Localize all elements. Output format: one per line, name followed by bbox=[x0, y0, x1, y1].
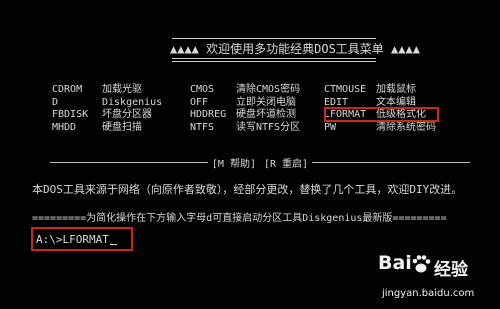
menu-desc: 清除CMOS密码 bbox=[236, 84, 301, 95]
menu-cmd-off[interactable]: OFF bbox=[190, 97, 236, 110]
title-rule-top bbox=[172, 38, 376, 39]
menu-desc: 清除系统密码 bbox=[376, 121, 436, 133]
menu-cmd-ctmouse[interactable]: CTMOUSE bbox=[324, 84, 376, 97]
menu-desc: Diskgenius bbox=[102, 96, 163, 108]
separator-line bbox=[50, 162, 208, 163]
baidu-logo: Bai bbox=[378, 252, 412, 274]
menu-cmd-cmos[interactable]: CMOS bbox=[190, 84, 236, 97]
menu-desc: 读写NTFS分区 bbox=[236, 121, 301, 133]
help-option[interactable]: [M 帮助] bbox=[208, 155, 260, 170]
text-cursor bbox=[109, 244, 117, 245]
menu-title: ▲▲▲▲ 欢迎使用多功能经典DOS工具菜单 ▲▲▲▲ bbox=[170, 42, 420, 56]
menu-desc: 立即关闭电脑 bbox=[236, 96, 296, 108]
menu-cmd-cdrom[interactable]: CDROM bbox=[52, 84, 102, 97]
menu-desc: 加载光驱 bbox=[102, 84, 142, 95]
separator-line bbox=[312, 162, 470, 163]
menu-desc: 硬盘坏道检测 bbox=[236, 109, 296, 120]
diskgenius-hint: =========为简化操作在下方输入字母d可直接启动分区工具Diskgeniu… bbox=[32, 213, 447, 224]
baidu-jingyan-watermark: Bai 经验 jingyan.baidu.com bbox=[378, 252, 498, 308]
menu-cmd-d[interactable]: D bbox=[52, 97, 102, 110]
lformat-highlight-box bbox=[324, 107, 439, 122]
menu-cmd-pw[interactable]: PW bbox=[324, 122, 376, 135]
paw-icon bbox=[412, 255, 431, 273]
menu-row: MHDD 硬盘扫描 NTFS 读写NTFS分区 PW 清除系统密码 bbox=[52, 122, 456, 135]
menu-cmd-ntfs[interactable]: NTFS bbox=[190, 122, 236, 135]
title-rule-bottom bbox=[172, 58, 376, 59]
jingyan-label: 经验 bbox=[434, 260, 468, 280]
menu-desc: 坏盘分区器 bbox=[102, 109, 152, 120]
watermark-url: jingyan.baidu.com bbox=[382, 288, 475, 299]
title-rule-bottom-2 bbox=[172, 61, 376, 62]
menu-cmd-hddreg[interactable]: HDDREG bbox=[190, 109, 236, 122]
menu-row: CDROM 加载光驱 CMOS 清除CMOS密码 CTMOUSE 加载鼠标 bbox=[52, 84, 456, 97]
dos-screen: ▲▲▲▲ 欢迎使用多功能经典DOS工具菜单 ▲▲▲▲ CDROM 加载光驱 CM… bbox=[0, 0, 500, 309]
reboot-option[interactable]: [R 重启] bbox=[260, 155, 312, 170]
source-notice: 本DOS工具来源于网络（向原作者致敬），经部分更改，替换了几个工具，欢迎DIY改… bbox=[32, 183, 463, 196]
menu-desc: 硬盘扫描 bbox=[102, 121, 142, 133]
menu-cmd-mhdd[interactable]: MHDD bbox=[52, 122, 102, 135]
menu-desc: 加载鼠标 bbox=[376, 84, 416, 95]
menu-cmd-fbdisk[interactable]: FBDISK bbox=[52, 109, 102, 122]
prompt-text: A:\>LFORMAT bbox=[36, 233, 109, 246]
help-reboot-separator: [M 帮助] [R 重启] bbox=[50, 155, 470, 170]
command-prompt[interactable]: A:\>LFORMAT bbox=[36, 233, 117, 246]
